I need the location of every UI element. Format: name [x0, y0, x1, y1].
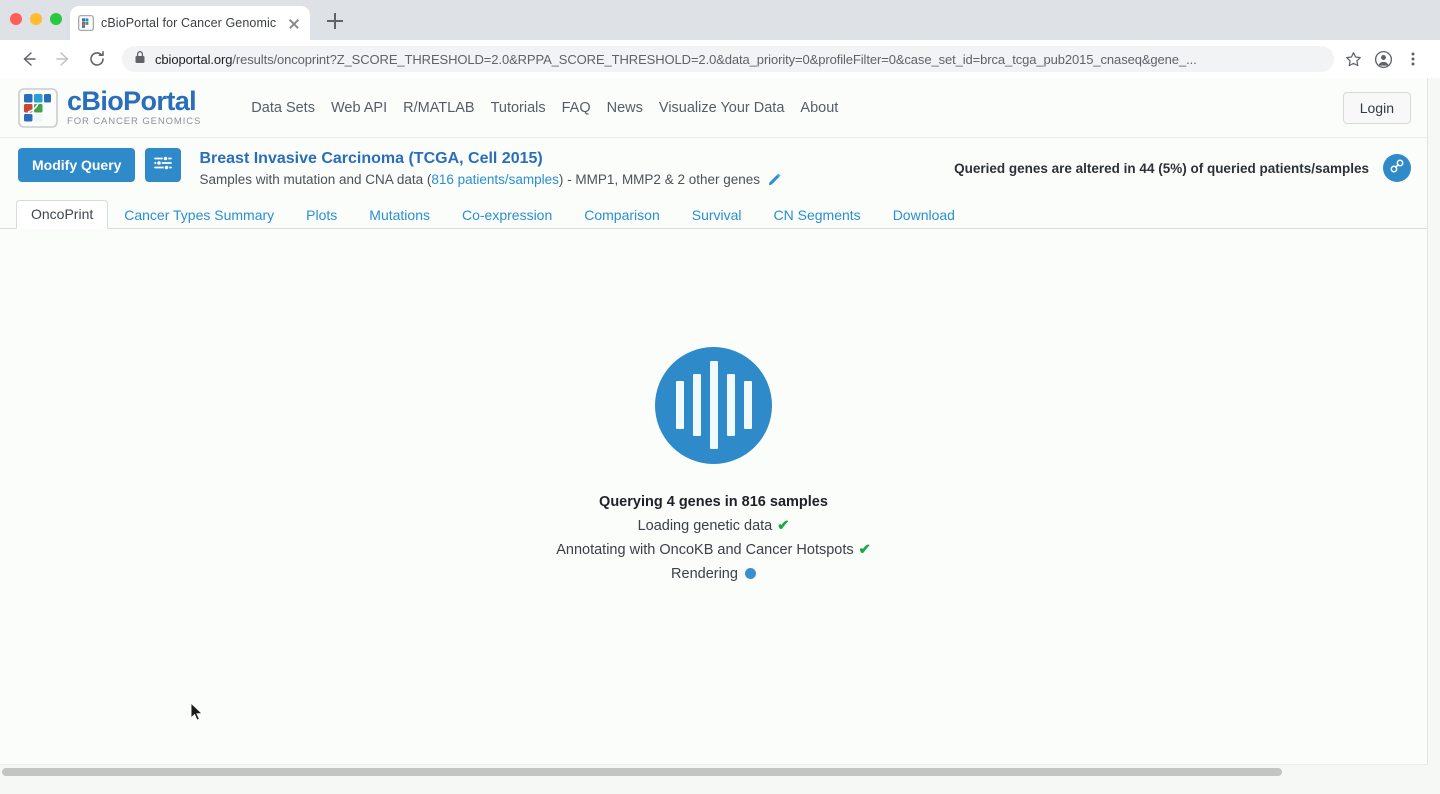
nav-item-r-matlab[interactable]: R/MATLAB [403, 100, 474, 116]
browser-tab-title: cBioPortal for Cancer Genomic [101, 16, 277, 30]
maximize-window-button[interactable] [50, 13, 62, 25]
browser-tab[interactable]: cBioPortal for Cancer Genomic [70, 6, 310, 40]
nav-item-tutorials[interactable]: Tutorials [491, 100, 546, 116]
browser-toolbar: cbioportal.org/results/oncoprint?Z_SCORE… [0, 40, 1440, 78]
loading-indicator: Querying 4 genes in 816 samples Loading … [0, 346, 1427, 582]
main-navigation: Data Sets Web API R/MATLAB Tutorials FAQ… [251, 100, 838, 116]
loading-status: Querying 4 genes in 816 samples Loading … [556, 494, 871, 582]
tab-cancer-types-summary[interactable]: Cancer Types Summary [108, 202, 290, 229]
nav-item-web-api[interactable]: Web API [331, 100, 387, 116]
profile-avatar-icon[interactable] [1368, 44, 1398, 74]
queried-genes-text: - MMP1, MMP2 & 2 other genes [567, 171, 761, 187]
site-header: cBioPortal FOR CANCER GENOMICS Data Sets… [0, 78, 1427, 138]
forward-button[interactable] [46, 42, 80, 76]
browser-tab-strip: cBioPortal for Cancer Genomic [0, 0, 1440, 40]
loading-step-label: Loading genetic data [637, 517, 773, 534]
nav-item-faq[interactable]: FAQ [562, 100, 591, 116]
oncoprint-content-area: Querying 4 genes in 816 samples Loading … [0, 229, 1427, 769]
query-settings-button[interactable] [145, 148, 182, 182]
minimize-window-button[interactable] [30, 13, 42, 25]
window-traffic-lights [10, 13, 62, 25]
tab-co-expression[interactable]: Co-expression [446, 202, 568, 229]
page-viewport: cBioPortal FOR CANCER GENOMICS Data Sets… [0, 78, 1440, 794]
query-summary-bar: Modify Query Breast Invasive Carcinoma (… [0, 138, 1427, 197]
results-tab-bar: OncoPrint Cancer Types Summary Plots Mut… [0, 196, 1427, 229]
new-tab-button[interactable] [324, 10, 346, 32]
study-subtitle: Samples with mutation and CNA data (816 … [199, 171, 781, 189]
tab-survival[interactable]: Survival [676, 202, 758, 229]
loading-title: Querying 4 genes in 816 samples [599, 493, 828, 510]
cbioportal-waveform-loading-icon [655, 346, 772, 464]
tab-cn-segments[interactable]: CN Segments [758, 202, 877, 229]
loading-step-rendering: Rendering [556, 566, 871, 582]
back-button[interactable] [12, 42, 46, 76]
alteration-summary-text: Queried genes are altered in 44 (5%) of … [954, 160, 1369, 176]
address-bar[interactable]: cbioportal.org/results/oncoprint?Z_SCORE… [122, 46, 1334, 72]
tab-download[interactable]: Download [877, 202, 971, 229]
nav-item-data-sets[interactable]: Data Sets [251, 100, 315, 116]
bookmark-star-icon[interactable] [1338, 44, 1368, 74]
close-tab-icon[interactable] [286, 15, 302, 31]
address-bar-url: cbioportal.org/results/oncoprint?Z_SCORE… [155, 52, 1197, 67]
check-icon: ✔ [858, 541, 871, 558]
reload-button[interactable] [80, 42, 114, 76]
link-icon [1389, 158, 1405, 179]
pencil-icon[interactable] [768, 173, 781, 189]
loading-step-label: Rendering [671, 565, 738, 582]
sliders-icon [153, 154, 173, 177]
loading-step-label: Annotating with OncoKB and Cancer Hotspo… [556, 541, 854, 558]
browser-window: cBioPortal for Cancer Genomic cbioportal… [0, 0, 1440, 794]
horizontal-scrollbar-thumb[interactable] [2, 768, 1282, 776]
mouse-cursor [190, 701, 204, 722]
cbioportal-logo-icon [18, 87, 58, 128]
tab-oncoprint[interactable]: OncoPrint [16, 199, 109, 229]
cbioportal-favicon [78, 15, 94, 31]
loading-step-annotating: Annotating with OncoKB and Cancer Hotspo… [556, 542, 871, 558]
logo-title: cBioPortal [67, 86, 197, 117]
pending-dot-icon [744, 567, 756, 579]
study-info: Breast Invasive Carcinoma (TCGA, Cell 20… [199, 148, 781, 189]
alteration-summary: Queried genes are altered in 44 (5%) of … [954, 148, 1411, 182]
lock-icon [134, 50, 146, 69]
horizontal-scrollbar[interactable] [0, 764, 1428, 778]
nav-item-visualize-your-data[interactable]: Visualize Your Data [659, 100, 785, 116]
study-sub-prefix: Samples with mutation and CNA data ( [199, 171, 432, 187]
logo-subtitle: FOR CANCER GENOMICS [67, 116, 202, 128]
study-sub-suffix: ) [558, 171, 564, 187]
url-domain: cbioportal.org [155, 51, 233, 67]
login-button[interactable]: Login [1342, 91, 1411, 124]
close-window-button[interactable] [10, 13, 22, 25]
site-logo[interactable]: cBioPortal FOR CANCER GENOMICS [18, 86, 202, 128]
patient-samples-link[interactable]: 816 patients/samples [431, 172, 559, 187]
check-icon: ✔ [777, 517, 790, 534]
nav-item-news[interactable]: News [607, 100, 643, 116]
study-title[interactable]: Breast Invasive Carcinoma (TCGA, Cell 20… [199, 149, 780, 170]
tab-comparison[interactable]: Comparison [568, 202, 675, 229]
nav-item-about[interactable]: About [800, 100, 838, 116]
share-link-button[interactable] [1383, 154, 1411, 182]
tab-mutations[interactable]: Mutations [353, 202, 446, 229]
tab-plots[interactable]: Plots [290, 202, 353, 229]
loading-step-genetic-data: Loading genetic data ✔ [556, 518, 871, 534]
cbioportal-page: cBioPortal FOR CANCER GENOMICS Data Sets… [0, 78, 1428, 778]
browser-menu-icon[interactable] [1398, 44, 1428, 74]
url-path: /results/oncoprint?Z_SCORE_THRESHOLD=2.0… [232, 51, 1197, 67]
modify-query-button[interactable]: Modify Query [18, 148, 136, 182]
